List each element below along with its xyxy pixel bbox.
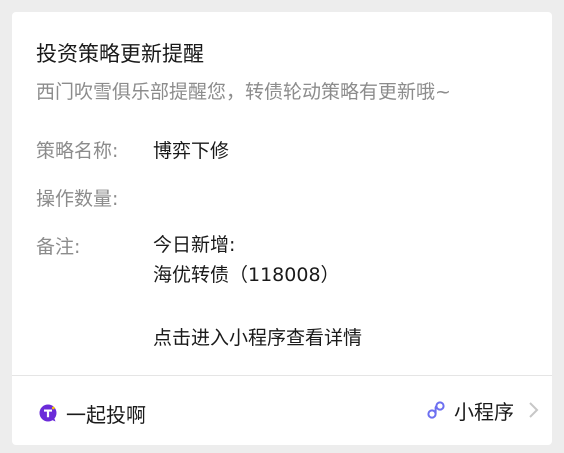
chevron-right-icon (529, 402, 539, 418)
strategy-name-value: 博弈下修 (153, 140, 230, 162)
mini-program-link-icon (427, 401, 445, 419)
note-value: 今日新增: 海优转债（118008） 点击进入小程序查看详情 (153, 230, 362, 353)
note-line-cta: 点击进入小程序查看详情 (153, 327, 363, 349)
note-line-bond: 海优转债（118008） (153, 264, 340, 286)
mini-program-label: 小程序 (454, 399, 514, 424)
card-footer: 一起投啊 小程序 (12, 376, 552, 445)
card-title: 投资策略更新提醒 (36, 42, 204, 66)
app-name: 一起投啊 (66, 403, 146, 427)
app-logo-icon (39, 404, 57, 422)
mini-program-link[interactable]: 小程序 (425, 394, 540, 426)
note-label: 备注: (36, 236, 81, 258)
note-spacer (153, 290, 362, 323)
message-card[interactable]: 投资策略更新提醒 西门吹雪俱乐部提醒您，转债轮动策略有更新哦~ 策略名称: 博弈… (12, 12, 552, 445)
note-line-new-today: 今日新增: (153, 234, 236, 256)
operation-quantity-label: 操作数量: (36, 188, 119, 210)
strategy-name-label: 策略名称: (36, 140, 119, 162)
card-subtitle: 西门吹雪俱乐部提醒您，转债轮动策略有更新哦~ (36, 81, 451, 103)
